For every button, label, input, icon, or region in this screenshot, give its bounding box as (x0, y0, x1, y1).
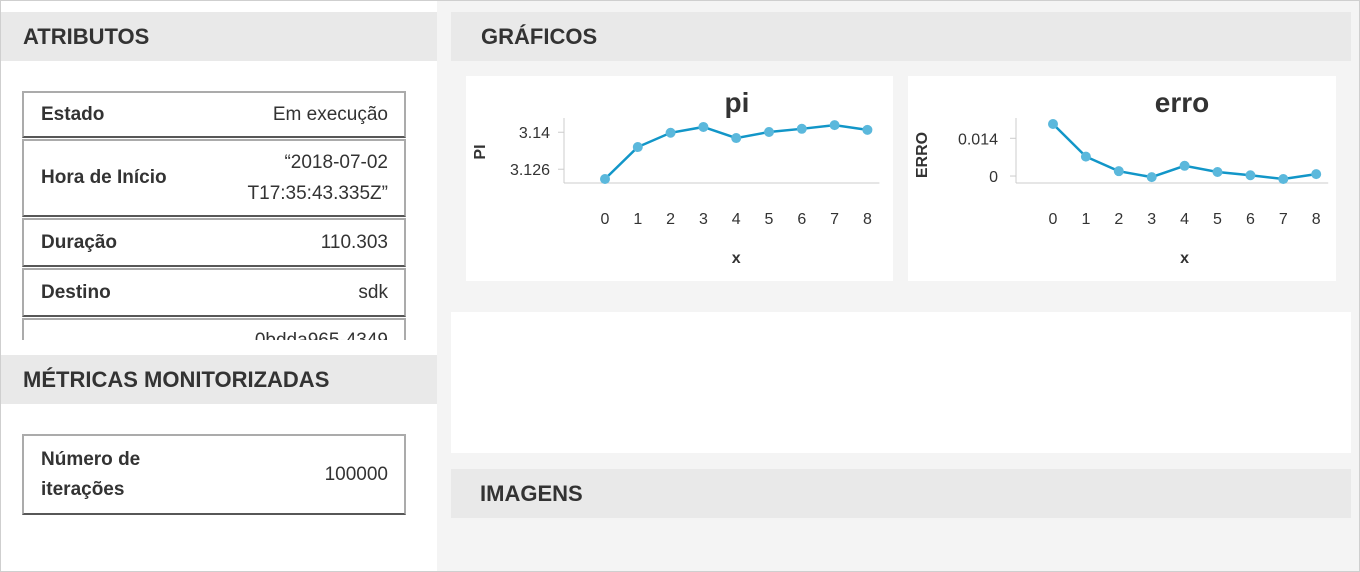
attr-row-destino: Destino sdk (22, 268, 406, 317)
data-point (1179, 160, 1190, 171)
x-tick-label: 8 (1312, 211, 1321, 228)
y-axis-label: PI (472, 144, 489, 159)
empty-panel (451, 312, 1351, 453)
attr-key: Hora de Início (41, 167, 167, 188)
attr-key: Duração (41, 231, 118, 253)
data-point (862, 124, 873, 135)
data-point (1245, 170, 1256, 181)
x-tick-label: 2 (666, 211, 675, 228)
data-point (1113, 166, 1124, 177)
attr-value: 110.303 (320, 231, 388, 253)
x-tick-label: 1 (1081, 211, 1090, 228)
chart-card-pi: pi 3.14 3.126 0 1 2 3 4 5 6 7 8 x PI (466, 76, 893, 281)
metricas-title: MÉTRICAS MONITORIZADAS (23, 366, 330, 392)
metric-key: Número de iterações (41, 448, 141, 500)
attr-value: 0bdda965-4349 (255, 330, 388, 340)
data-point (1311, 169, 1322, 180)
x-tick-label: 8 (863, 211, 872, 228)
atributos-header: ATRIBUTOS (0, 12, 437, 61)
chart-title: erro (1155, 87, 1209, 118)
y-tick-label: 3.126 (510, 162, 550, 179)
x-tick-label: 4 (1180, 211, 1189, 228)
data-point (731, 133, 742, 144)
attr-row-estado: Estado Em execução (22, 91, 406, 138)
x-tick-label: 2 (1114, 211, 1123, 228)
x-axis-label: x (732, 250, 741, 267)
x-tick-label: 0 (601, 211, 610, 228)
data-point (665, 127, 676, 138)
attr-key: Destino (41, 281, 111, 303)
x-tick-label: 5 (765, 211, 774, 228)
y-tick-label: 3.14 (519, 125, 550, 142)
data-point (764, 126, 774, 137)
graficos-title: GRÁFICOS (481, 23, 598, 49)
imagens-title: IMAGENS (480, 480, 583, 506)
x-tick-label: 4 (732, 211, 741, 228)
data-point (698, 121, 709, 132)
data-point (1212, 166, 1223, 177)
x-tick-label: 5 (1213, 211, 1222, 228)
attr-value: sdk (358, 281, 388, 303)
x-tick-label: 6 (1246, 211, 1255, 228)
data-point (1278, 174, 1289, 184)
attr-key: Estado (41, 103, 105, 125)
attr-row-id: 0bdda965-4349 (22, 318, 406, 340)
data-point (796, 123, 807, 134)
data-point (1048, 119, 1058, 129)
data-point (829, 120, 840, 131)
atributos-list[interactable]: Estado Em execução Hora de Início “2018-… (22, 91, 406, 340)
atributos-title: ATRIBUTOS (23, 23, 150, 49)
data-point (632, 142, 643, 153)
chart-pi: pi 3.14 3.126 0 1 2 3 4 5 6 7 8 x PI (472, 87, 880, 267)
chart-card-erro: erro 0.014 0 0 1 2 3 4 5 6 7 8 x ERRO (908, 76, 1336, 281)
attr-value: Em execução (272, 103, 388, 125)
data-point (600, 174, 610, 184)
x-tick-label: 6 (797, 211, 806, 228)
imagens-header: IMAGENS (451, 469, 1351, 518)
chart-title: pi (725, 87, 750, 118)
metric-value: 100000 (324, 463, 388, 485)
data-point (1080, 151, 1091, 162)
attr-row-hora-inicio: Hora de Início “2018-07-02 T17:35:43.335… (22, 139, 406, 217)
y-tick-label: 0.014 (958, 131, 998, 148)
metric-row-iteracoes: Número de iterações 100000 (22, 434, 406, 515)
x-axis-label: x (1180, 250, 1189, 267)
x-tick-label: 3 (1147, 211, 1156, 228)
graficos-header: GRÁFICOS (451, 12, 1351, 61)
attr-value: “2018-07-02 T17:35:43.335Z” (247, 152, 388, 204)
x-tick-label: 7 (1279, 211, 1288, 228)
x-tick-label: 0 (1049, 211, 1058, 228)
x-tick-label: 3 (699, 211, 708, 228)
y-axis-label: ERRO (914, 132, 931, 178)
metricas-header: MÉTRICAS MONITORIZADAS (0, 355, 437, 404)
data-point (1146, 172, 1157, 183)
attr-row-duracao: Duração 110.303 (22, 218, 406, 267)
x-tick-label: 1 (633, 211, 642, 228)
x-tick-label: 7 (830, 211, 839, 228)
chart-erro: erro 0.014 0 0 1 2 3 4 5 6 7 8 x ERRO (914, 87, 1329, 267)
y-tick-label: 0 (989, 169, 998, 186)
